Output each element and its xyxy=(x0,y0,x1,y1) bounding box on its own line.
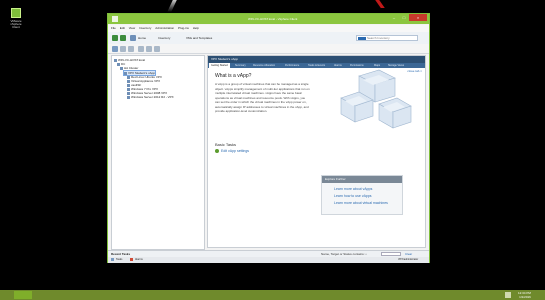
tab-tasks-events[interactable]: Tasks & Events xyxy=(308,63,325,68)
tasks-filter-label: Name, Target or Status contains: • xyxy=(321,252,367,256)
menu-administration[interactable]: Administration xyxy=(155,26,174,30)
settings-icon[interactable] xyxy=(146,46,152,52)
menu-edit[interactable]: Edit xyxy=(120,26,125,30)
clone-icon[interactable] xyxy=(138,46,144,52)
tasks-icon xyxy=(111,258,114,261)
status-user: VPX\administrator xyxy=(398,258,419,261)
suspend-icon[interactable] xyxy=(120,46,126,52)
alarms-icon xyxy=(130,258,133,261)
app-icon xyxy=(112,16,118,22)
tab-getting-started[interactable]: Getting Started xyxy=(209,63,230,68)
home-icon[interactable] xyxy=(130,35,136,41)
reset-icon[interactable] xyxy=(128,46,134,52)
tasks-clear-link[interactable]: Clear xyxy=(405,252,412,256)
menu-plugins[interactable]: Plug-ins xyxy=(178,26,189,30)
edit-settings-icon xyxy=(215,149,219,153)
learn-vms-link[interactable]: Learn more about virtual machines xyxy=(334,201,388,205)
nav-inventory[interactable]: Inventory xyxy=(158,36,170,40)
nav-home[interactable]: Home xyxy=(138,36,146,40)
basic-tasks-title: Basic Tasks xyxy=(215,142,237,147)
inventory-tree: WIN-VC-HOST.local DC HA Cluster VPX Stud… xyxy=(111,55,205,250)
vapp-illustration xyxy=(340,69,412,129)
desktop-vsphere-shortcut[interactable]: VMware vSphere Client xyxy=(8,8,24,29)
status-bar: Tasks Alarms VPX\administrator xyxy=(108,257,429,263)
section-body: A vApp is a group of virtual machines th… xyxy=(215,82,310,113)
forward-icon[interactable] xyxy=(120,35,126,41)
nav-vms-templates[interactable]: VMs and Templates xyxy=(186,36,212,40)
back-icon[interactable] xyxy=(112,35,118,41)
learn-vapps-link[interactable]: Learn more about vApps xyxy=(334,187,372,191)
tasks-filter-input[interactable] xyxy=(381,252,401,256)
menu-bar: File Edit View Inventory Administration … xyxy=(108,25,429,32)
maximize-button[interactable]: □ xyxy=(399,14,409,21)
vm-icon xyxy=(127,95,130,99)
wallpaper-stripe-red xyxy=(375,0,385,8)
action-toolbar xyxy=(108,44,429,54)
desktop-icon-label: VMware vSphere Client xyxy=(10,19,22,29)
vsphere-client-window: WIN-VC-HOST.local - vSphere Client – □ ×… xyxy=(107,13,430,263)
explore-further-box: Explore Further Learn more about vApps L… xyxy=(321,175,403,215)
pane-title: VPX Student's vApp xyxy=(208,56,425,63)
window-title: WIN-VC-HOST.local - vSphere Client xyxy=(248,17,298,21)
wallpaper-stripe xyxy=(167,0,177,12)
edit-vapp-settings-link[interactable]: Edit vApp settings xyxy=(221,149,249,153)
menu-view[interactable]: View xyxy=(129,26,135,30)
title-bar[interactable]: WIN-VC-HOST.local - vSphere Client – □ × xyxy=(108,14,429,24)
menu-help[interactable]: Help xyxy=(193,26,199,30)
start-button[interactable] xyxy=(14,291,32,299)
section-title: What is a vApp? xyxy=(215,73,252,79)
tab-summary[interactable]: Summary xyxy=(235,63,246,68)
vsphere-client-icon xyxy=(11,8,21,18)
taskbar-clock[interactable]: 12:34 PM 1/1/2016 xyxy=(518,291,531,299)
minimize-button[interactable]: – xyxy=(389,14,399,21)
status-alarms[interactable]: Alarms xyxy=(135,257,143,263)
content-pane: VPX Student's vApp Getting Started Summa… xyxy=(207,55,426,248)
search-input[interactable]: Search Inventory xyxy=(356,35,418,41)
search-icon xyxy=(358,37,366,40)
taskbar: 12:34 PM 1/1/2016 xyxy=(0,290,545,300)
menu-inventory[interactable]: Inventory xyxy=(139,26,151,30)
tray-icon[interactable] xyxy=(505,292,511,298)
learn-use-vapps-link[interactable]: Learn how to use vApps xyxy=(334,194,372,198)
explore-title: Explore Further xyxy=(322,176,402,183)
tab-resource-allocation[interactable]: Resource Allocation xyxy=(253,63,275,68)
status-tasks[interactable]: Tasks xyxy=(116,257,122,263)
tree-item-vm[interactable]: Windows Server 2012 R2 - VPX xyxy=(127,95,174,99)
console-icon[interactable] xyxy=(154,46,160,52)
tab-performance[interactable]: Performance xyxy=(285,63,299,68)
power-on-icon[interactable] xyxy=(112,46,118,52)
recent-tasks-title: Recent Tasks xyxy=(111,252,131,256)
close-button[interactable]: × xyxy=(409,14,427,21)
menu-file[interactable]: File xyxy=(111,26,116,30)
